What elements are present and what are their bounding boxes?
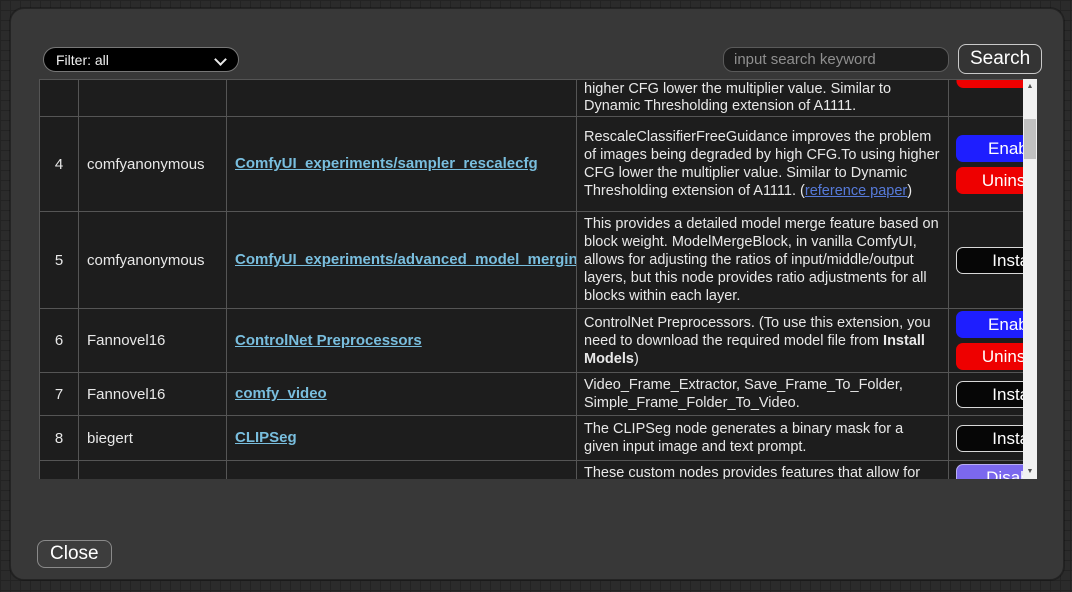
row-description-cell: RescaleClassifierFreeGuidance improves t… xyxy=(577,117,949,212)
filter-select-label: Filter: all xyxy=(56,52,109,68)
row-actions-cell: Disable xyxy=(949,461,1024,480)
table-row: 4comfyanonymous ComfyUI_experiments/sampl… xyxy=(40,117,1024,212)
chevron-down-icon xyxy=(214,53,227,66)
row-index-cell: 6 xyxy=(40,309,79,373)
row-author-cell: biegert xyxy=(79,416,227,461)
install-button[interactable]: Install xyxy=(956,247,1023,274)
table-row: 6Fannovel16 ControlNet Preprocessors Contr… xyxy=(40,309,1024,373)
row-author-cell: BlenderNeko xyxy=(79,461,227,480)
close-button[interactable]: Close xyxy=(37,540,112,568)
row-author-cell: Fannovel16 xyxy=(79,309,227,373)
uninstall-button[interactable]: Uninstall xyxy=(956,80,1023,89)
row-name-cell: ComfyUI_experiments/advanced_model_mergi… xyxy=(227,212,577,309)
row-description-cell: Video_Frame_Extractor, Save_Frame_To_Fol… xyxy=(577,373,949,416)
row-name-cell xyxy=(227,80,577,117)
extension-name-link[interactable]: ControlNet Preprocessors xyxy=(235,332,422,349)
row-author-cell: Fannovel16 xyxy=(79,373,227,416)
uninstall-button[interactable]: Uninstall xyxy=(956,167,1023,194)
row-name-cell: ControlNet Preprocessors xyxy=(227,309,577,373)
install-button[interactable]: Install xyxy=(956,425,1023,452)
scroll-down-arrow-icon[interactable]: ▼ xyxy=(1023,464,1037,479)
extension-name-link[interactable]: ComfyUI Cutoff xyxy=(235,477,345,480)
comfyui-canvas: { "toolbar": { "filter_label": "Filter: … xyxy=(0,0,1072,592)
row-description-cell: ControlNet Preprocessors. (To use this e… xyxy=(577,309,949,373)
row-description-cell: The CLIPSeg node generates a binary mask… xyxy=(577,416,949,461)
row-actions-cell: Install xyxy=(949,212,1024,309)
scroll-up-arrow-icon[interactable]: ▲ xyxy=(1023,79,1037,94)
enable-button[interactable]: Enable xyxy=(956,135,1023,162)
extension-table: higher CFG lower the multiplier value. S… xyxy=(39,79,1023,479)
search-input[interactable] xyxy=(723,47,949,72)
extension-name-link[interactable]: ComfyUI_experiments/advanced_model_mergi… xyxy=(235,251,577,268)
row-author-cell xyxy=(79,80,227,117)
row-description-cell: These custom nodes provides features tha… xyxy=(577,461,949,480)
disable-button[interactable]: Disable xyxy=(956,464,1023,479)
row-index-cell: 8 xyxy=(40,416,79,461)
extension-name-link[interactable]: ComfyUI_experiments/sampler_rescalecfg xyxy=(235,155,538,172)
extension-manager-dialog: Filter: all Search higher CFG lower the … xyxy=(10,8,1064,580)
install-button[interactable]: Install xyxy=(956,381,1023,408)
row-actions-cell: Install xyxy=(949,416,1024,461)
row-name-cell: comfy_video xyxy=(227,373,577,416)
table-row: 9BlenderNeko ComfyUI Cutoff These custom n… xyxy=(40,461,1024,480)
extension-table-viewport[interactable]: higher CFG lower the multiplier value. S… xyxy=(39,79,1023,479)
row-index-cell: 9 xyxy=(40,461,79,480)
extension-name-link[interactable]: CLIPSeg xyxy=(235,429,297,446)
row-name-cell: CLIPSeg xyxy=(227,416,577,461)
row-index-cell xyxy=(40,80,79,117)
enable-button[interactable]: Enable xyxy=(956,311,1023,338)
row-index-cell: 5 xyxy=(40,212,79,309)
row-author-cell: comfyanonymous xyxy=(79,212,227,309)
table-row: 8biegert CLIPSeg The CLIPSeg node generate… xyxy=(40,416,1024,461)
table-row: 5comfyanonymous ComfyUI_experiments/advan… xyxy=(40,212,1024,309)
row-name-cell: ComfyUI_experiments/sampler_rescalecfg xyxy=(227,117,577,212)
row-actions-cell: Uninstall xyxy=(949,80,1024,117)
row-index-cell: 4 xyxy=(40,117,79,212)
row-index-cell: 7 xyxy=(40,373,79,416)
filter-select[interactable]: Filter: all xyxy=(43,47,239,72)
table-scrollbar[interactable]: ▲ ▼ xyxy=(1023,79,1037,479)
row-description-cell: higher CFG lower the multiplier value. S… xyxy=(577,80,949,117)
uninstall-button[interactable]: Uninstall xyxy=(956,343,1023,370)
table-row: 7Fannovel16 comfy_video Video_Frame_Extrac… xyxy=(40,373,1024,416)
table-row-partial: higher CFG lower the multiplier value. S… xyxy=(40,80,1024,117)
search-button[interactable]: Search xyxy=(958,44,1042,74)
row-name-cell: ComfyUI Cutoff xyxy=(227,461,577,480)
reference-link[interactable]: reference paper xyxy=(805,183,907,199)
row-author-cell: comfyanonymous xyxy=(79,117,227,212)
scrollbar-thumb[interactable] xyxy=(1024,119,1036,159)
row-description-cell: This provides a detailed model merge fea… xyxy=(577,212,949,309)
row-actions-cell: Install xyxy=(949,373,1024,416)
extension-name-link[interactable]: comfy_video xyxy=(235,385,327,402)
row-actions-cell: Enable Uninstall xyxy=(949,117,1024,212)
row-actions-cell: Enable Uninstall xyxy=(949,309,1024,373)
